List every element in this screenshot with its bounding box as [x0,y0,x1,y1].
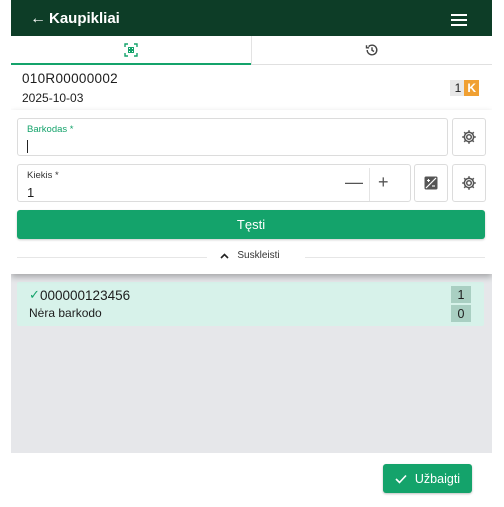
item-code: 000000123456 [40,288,131,303]
collapse-row: Suskleisti [17,250,485,264]
item-count-top: 1 [451,286,471,303]
check-icon: ✓ [29,287,40,302]
page-title: Kaupikliai [49,10,120,27]
quantity-mode-button[interactable] [414,164,448,202]
top-bar: ← Kaupikliai [11,0,492,36]
barcode-settings-button[interactable] [452,118,486,156]
scan-panel: Barkodas * Kiekis * 1 — + Tęsti Suskleis… [11,110,492,274]
quantity-field[interactable]: Kiekis * 1 — + [17,164,411,202]
barcode-scan-icon [124,43,138,57]
tab-history[interactable] [251,36,492,64]
back-button[interactable]: ← Kaupikliai [30,10,120,27]
barcode-label: Barkodas * [27,124,74,135]
plus-minus-box-icon [424,176,438,190]
item-subtitle: Nėra barkodo [29,306,102,320]
document-badges: 1 K [449,80,479,96]
footer-bar: Užbaigti [11,453,492,507]
gear-icon [462,130,476,144]
chevron-up-icon [220,252,229,259]
document-count-badge: 1 [449,80,465,96]
tab-scan[interactable] [11,36,251,65]
document-date: 2025-10-03 [22,91,84,105]
quantity-label: Kiekis * [27,170,59,181]
app-frame: ← Kaupikliai 010R00000002 2025-10-03 1 K [11,0,492,507]
gear-icon [462,176,476,190]
document-type-badge: K [464,80,479,96]
finish-label: Užbaigti [414,471,461,486]
document-header: 010R00000002 2025-10-03 1 K [11,65,492,110]
stepper-divider [369,168,370,201]
quantity-value: 1 [27,185,35,200]
barcode-field[interactable]: Barkodas * [17,118,448,156]
quantity-increase-button[interactable]: + [378,170,389,194]
history-icon [365,44,378,56]
list-item[interactable]: ✓ 000000123456 Nėra barkodo 1 0 [17,282,484,326]
tab-bar [11,36,492,65]
item-count-bottom: 0 [451,305,471,322]
hamburger-menu-icon[interactable] [451,14,467,26]
collapse-button[interactable]: Suskleisti [17,250,485,261]
document-id: 010R00000002 [22,71,118,86]
check-icon [395,474,407,484]
continue-button[interactable]: Tęsti [17,210,485,239]
arrow-left-icon: ← [30,9,46,27]
finish-button[interactable]: Užbaigti [383,464,472,493]
quantity-settings-button[interactable] [452,164,486,202]
collapse-label: Suskleisti [235,250,282,261]
quantity-decrease-button[interactable]: — [345,170,363,194]
barcode-input-caret [27,140,28,153]
